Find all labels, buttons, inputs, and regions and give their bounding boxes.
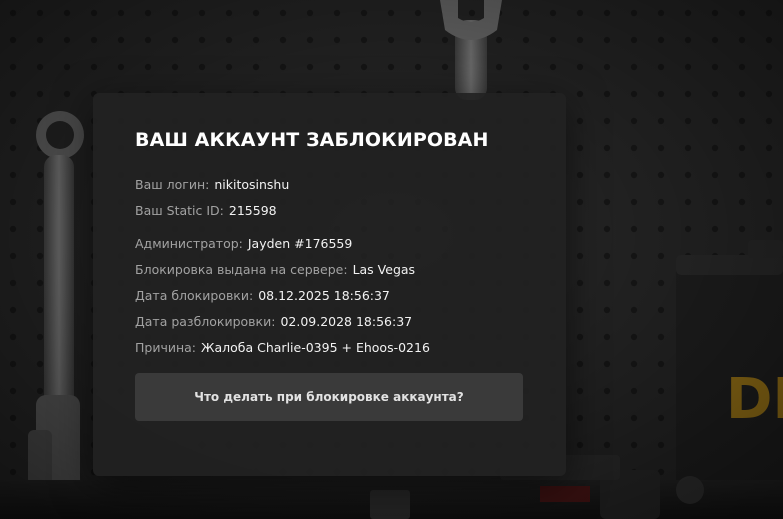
server-row: Блокировка выдана на сервере: Las Vegas [135, 262, 415, 278]
admin-label: Администратор: [135, 236, 243, 251]
reason-label: Причина: [135, 340, 197, 355]
reason-value: Жалоба Charlie-0395 + Ehoos-0216 [201, 340, 430, 355]
ban-date-value: 08.12.2025 18:56:37 [258, 288, 390, 303]
modal-title: ВАШ АККАУНТ ЗАБЛОКИРОВАН [135, 129, 489, 151]
static-id-value: 215598 [228, 203, 277, 218]
static-id-row: Ваш Static ID: 215598 [135, 203, 277, 219]
static-id-label: Ваш Static ID: [135, 203, 224, 218]
admin-row: Администратор: Jayden #176559 [135, 236, 352, 252]
admin-value: Jayden #176559 [247, 236, 353, 251]
unban-date-value: 02.09.2028 18:56:37 [280, 314, 413, 329]
login-row: Ваш логин: nikitosinshu [135, 177, 289, 193]
ban-modal: ВАШ АККАУНТ ЗАБЛОКИРОВАН Ваш логин: nikit… [93, 93, 566, 476]
unban-date-row: Дата разблокировки: 02.09.2028 18:56:37 [135, 314, 412, 330]
ban-date-label: Дата блокировки: [135, 288, 254, 303]
login-label: Ваш логин: [135, 177, 210, 192]
help-button[interactable]: Что делать при блокировке аккаунта? [135, 373, 523, 421]
server-label: Блокировка выдана на сервере: [135, 262, 348, 277]
reason-row: Причина: Жалоба Charlie-0395 + Ehoos-0216 [135, 340, 430, 356]
login-value: nikitosinshu [214, 177, 290, 192]
server-value: Las Vegas [352, 262, 416, 277]
unban-date-label: Дата разблокировки: [135, 314, 276, 329]
ban-date-row: Дата блокировки: 08.12.2025 18:56:37 [135, 288, 390, 304]
